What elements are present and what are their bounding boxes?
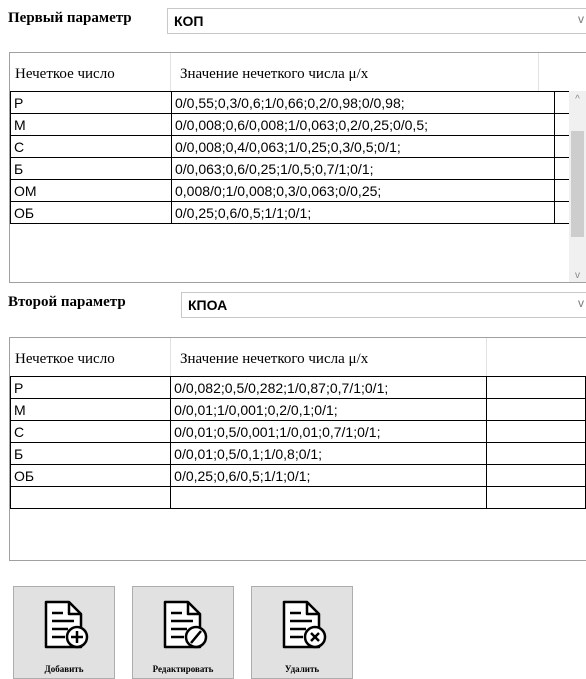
cell-fuzzy-number[interactable]: С (10, 135, 172, 158)
edit-button-label: Редактировать (152, 664, 214, 674)
param1-table: Р 0/0,55;0,3/0,6;1/0,66;0,2/0,98;0/0,98; … (10, 91, 572, 224)
cell-empty[interactable] (485, 420, 586, 443)
param1-select[interactable]: КОП v (167, 8, 586, 34)
column-header-fuzzy-number[interactable]: Нечеткое число (15, 351, 115, 368)
table-row[interactable]: ОБ 0/0,25;0,6/0,5;1/1;0/1; (10, 464, 586, 487)
param1-grid: Нечеткое число Значение нечеткого числа … (9, 52, 586, 283)
table-row[interactable]: Б 0/0,063;0,6/0,25;1/0,5;0,7/1;0/1; (10, 157, 572, 180)
cell-fuzzy-value[interactable]: 0/0,01;0,5/0,001;1/0,01;0,7/1;0/1; (170, 420, 487, 443)
param2-grid: Нечеткое число Значение нечеткого числа … (9, 337, 586, 561)
param1-label: Первый параметр (8, 10, 132, 26)
cell-empty[interactable] (485, 376, 586, 399)
table-row[interactable]: ОМ 0,008/0;1/0,008;0,3/0,063;0/0,25; (10, 179, 572, 202)
scroll-thumb[interactable] (571, 131, 584, 237)
cell-fuzzy-number[interactable]: ОБ (10, 201, 172, 224)
cell-fuzzy-value[interactable]: 0/0,082;0,5/0,282;1/0,87;0,7/1;0/1; (170, 376, 487, 399)
cell-fuzzy-number[interactable]: М (10, 398, 172, 421)
table-row[interactable]: С 0/0,008;0,4/0,063;1/0,25;0,3/0,5;0/1; (10, 135, 572, 158)
param1-grid-header: Нечеткое число Значение нечеткого числа … (10, 53, 586, 91)
chevron-down-icon[interactable]: v (578, 296, 584, 310)
add-button-label: Добавить (44, 664, 84, 674)
cell-fuzzy-value[interactable]: 0/0,008;0,4/0,063;1/0,25;0,3/0,5;0/1; (171, 135, 555, 158)
scroll-down-icon[interactable]: v (569, 267, 586, 282)
cell-fuzzy-number[interactable]: Р (10, 91, 172, 114)
document-delete-icon (282, 600, 327, 649)
cell-fuzzy-value[interactable]: 0,008/0;1/0,008;0,3/0,063;0/0,25; (171, 179, 555, 202)
table-row[interactable]: М 0/0,008;0,6/0,008;1/0,063;0,2/0,25;0/0,… (10, 113, 572, 136)
cell-fuzzy-value[interactable]: 0/0,25;0,6/0,5;1/1;0/1; (170, 464, 487, 487)
param2-table: Р 0/0,082;0,5/0,282;1/0,87;0,7/1;0/1; М 0/… (10, 376, 586, 509)
column-header-fuzzy-value[interactable]: Значение нечеткого числа μ/x (180, 66, 368, 83)
add-button[interactable]: Добавить (13, 586, 115, 679)
cell-fuzzy-value[interactable]: 0/0,55;0,3/0,6;1/0,66;0,2/0,98;0/0,98; (171, 91, 555, 114)
param2-select-value: КПОА (188, 297, 228, 313)
cell-fuzzy-value[interactable]: 0/0,063;0,6/0,25;1/0,5;0,7/1;0/1; (171, 157, 555, 180)
document-add-icon (44, 600, 89, 649)
cell-fuzzy-number[interactable]: Р (10, 376, 172, 399)
table-row[interactable]: Р 0/0,082;0,5/0,282;1/0,87;0,7/1;0/1; (10, 376, 586, 399)
cell-fuzzy-value[interactable]: 0/0,01;0,5/0,1;1/0,8;0/1; (170, 442, 487, 465)
cell-empty[interactable] (485, 464, 586, 487)
cell-fuzzy-number[interactable] (10, 486, 172, 509)
scroll-up-icon[interactable]: ^ (569, 91, 586, 108)
cell-empty[interactable] (485, 398, 586, 421)
column-header-fuzzy-value[interactable]: Значение нечеткого числа μ/x (180, 351, 368, 368)
cell-fuzzy-number[interactable]: ОМ (10, 179, 172, 202)
column-header-fuzzy-number[interactable]: Нечеткое число (15, 66, 115, 83)
document-edit-icon (163, 600, 208, 649)
param1-select-value: КОП (174, 13, 204, 29)
cell-fuzzy-number[interactable]: С (10, 420, 172, 443)
table-row[interactable]: ОБ 0/0,25;0,6/0,5;1/1;0/1; (10, 201, 572, 224)
param1-scrollbar[interactable]: ^ v (569, 91, 586, 282)
cell-fuzzy-number[interactable]: Б (10, 442, 172, 465)
table-row-new[interactable] (10, 486, 586, 509)
cell-empty[interactable] (485, 442, 586, 465)
cell-fuzzy-number[interactable]: М (10, 113, 172, 136)
cell-empty[interactable] (485, 486, 586, 509)
cell-fuzzy-value[interactable]: 0/0,25;0,6/0,5;1/1;0/1; (171, 201, 555, 224)
param2-grid-header: Нечеткое число Значение нечеткого числа … (10, 338, 586, 376)
param2-label: Второй параметр (8, 294, 126, 310)
table-row[interactable]: М 0/0,01;1/0,001;0,2/0,1;0/1; (10, 398, 586, 421)
cell-fuzzy-value[interactable] (170, 486, 487, 509)
param2-select[interactable]: КПОА v (181, 292, 586, 318)
edit-button[interactable]: Редактировать (132, 586, 234, 679)
table-row[interactable]: Р 0/0,55;0,3/0,6;1/0,66;0,2/0,98;0/0,98; (10, 91, 572, 114)
cell-fuzzy-value[interactable]: 0/0,008;0,6/0,008;1/0,063;0,2/0,25;0/0,5… (171, 113, 555, 136)
cell-fuzzy-number[interactable]: ОБ (10, 464, 172, 487)
delete-button-label: Удалить (284, 664, 320, 674)
chevron-down-icon[interactable]: v (578, 12, 584, 26)
cell-fuzzy-number[interactable]: Б (10, 157, 172, 180)
delete-button[interactable]: Удалить (251, 586, 353, 679)
table-row[interactable]: Б 0/0,01;0,5/0,1;1/0,8;0/1; (10, 442, 586, 465)
cell-fuzzy-value[interactable]: 0/0,01;1/0,001;0,2/0,1;0/1; (170, 398, 487, 421)
table-row[interactable]: С 0/0,01;0,5/0,001;1/0,01;0,7/1;0/1; (10, 420, 586, 443)
